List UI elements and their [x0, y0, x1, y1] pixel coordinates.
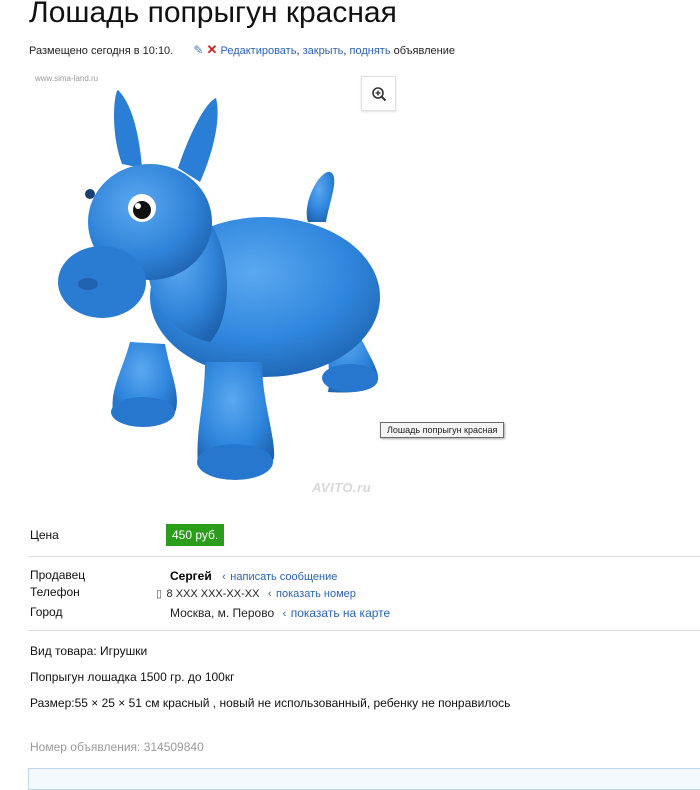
city-row: Москва, м. Перово ‹ показать на карте — [170, 604, 390, 622]
close-link[interactable]: закрыть — [303, 45, 344, 57]
product-image[interactable] — [30, 72, 470, 512]
city-label: Город — [30, 605, 63, 619]
message-link[interactable]: написать сообщение — [230, 571, 337, 583]
seller-row: Сергей ‹ написать сообщение — [170, 567, 337, 585]
page-title: Лошадь попрыгун красная — [29, 0, 397, 29]
watermark-site: www.sima-land.ru — [35, 74, 99, 83]
ad-meta-line: Размещено сегодня в 10:10. ✎ ✕ Редактиро… — [29, 42, 455, 57]
show-phone-link[interactable]: показать номер — [276, 588, 356, 600]
ad-suffix-text: объявление — [393, 45, 455, 57]
type-row: Вид товара: Игрушки — [30, 644, 147, 658]
edit-link[interactable]: Редактировать — [220, 45, 296, 57]
divider — [28, 630, 700, 631]
small-arrow-icon: ‹ — [222, 571, 226, 583]
small-arrow-icon: ‹ — [282, 608, 287, 620]
posted-time: Размещено сегодня в 10:10. — [29, 45, 174, 57]
divider — [28, 556, 700, 557]
description-line-2: Размер:55 × 25 × 51 см красный , новый н… — [30, 696, 511, 710]
bottom-panel — [28, 768, 700, 790]
image-tooltip: Лошадь попрыгун красная — [380, 422, 505, 438]
watermark-avito: AVITO.ru — [312, 480, 372, 495]
price-label: Цена — [30, 528, 59, 542]
cross-icon[interactable]: ✕ — [207, 42, 218, 57]
ad-number: Номер объявления: 314509840 — [30, 740, 204, 754]
pencil-icon[interactable]: ✎ — [193, 43, 203, 57]
seller-label: Продавец — [30, 568, 86, 582]
raise-link[interactable]: поднять — [350, 45, 391, 57]
type-value: Игрушки — [100, 644, 148, 658]
description-line-1: Попрыгун лошадка 1500 гр. до 100кг — [30, 670, 235, 684]
seller-name[interactable]: Сергей — [170, 569, 212, 583]
small-arrow-icon: ‹ — [267, 588, 272, 600]
zoom-button[interactable] — [361, 76, 396, 111]
type-label: Вид товара: — [30, 644, 97, 658]
zoom-in-icon — [371, 86, 386, 101]
show-map-link[interactable]: показать на карте — [291, 606, 391, 620]
city-value: Москва, м. Перово — [170, 606, 275, 620]
phone-label: Телефон — [30, 585, 80, 599]
phone-row: ▯ 8 XXX XXX-XX-XX ‹ показать номер — [156, 584, 356, 602]
blue-horse-toy-picture — [58, 90, 380, 480]
price-badge: 450 руб. — [166, 524, 225, 546]
phone-icon: ▯ — [156, 588, 163, 600]
phone-value: 8 XXX XXX-XX-XX — [166, 588, 260, 600]
